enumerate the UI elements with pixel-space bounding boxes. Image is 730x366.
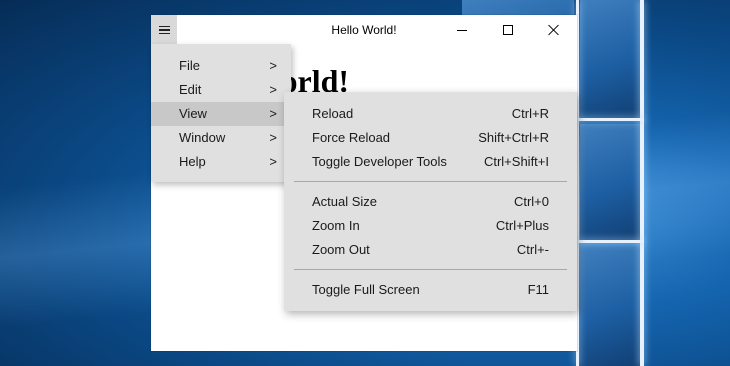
- menu-item-label: Toggle Developer Tools: [312, 154, 447, 169]
- menu-item-label: Zoom In: [312, 218, 360, 233]
- menu-item-label: Zoom Out: [312, 242, 370, 257]
- menu-item-label: File: [179, 58, 200, 73]
- menu-separator: [294, 269, 567, 270]
- chevron-right-icon: >: [269, 82, 277, 97]
- menu-separator: [294, 181, 567, 182]
- window-pane: [580, 246, 640, 366]
- menu-accelerator: Ctrl+Shift+I: [483, 154, 549, 169]
- menu-item-edit[interactable]: Edit >: [151, 78, 291, 102]
- window-frame: [640, 0, 644, 366]
- menu-item-actual-size[interactable]: Actual Size Ctrl+0: [284, 190, 577, 214]
- chevron-right-icon: >: [269, 106, 277, 121]
- minimize-button[interactable]: [439, 15, 485, 45]
- menu-item-label: Help: [179, 154, 206, 169]
- menu-item-label: View: [179, 106, 207, 121]
- menu-item-help[interactable]: Help >: [151, 150, 291, 174]
- menu-accelerator: Ctrl+R: [511, 106, 549, 121]
- close-button[interactable]: [531, 15, 577, 45]
- title-bar: Hello World!: [151, 15, 577, 45]
- chevron-right-icon: >: [269, 58, 277, 73]
- hamburger-icon[interactable]: [151, 15, 177, 45]
- menu-accelerator: Ctrl+Plus: [495, 218, 549, 233]
- menu-accelerator: Ctrl+0: [513, 194, 549, 209]
- window-pane: [580, 0, 640, 118]
- menu-item-label: Actual Size: [312, 194, 378, 209]
- menu-item-label: Force Reload: [312, 130, 391, 145]
- menu-item-zoom-in[interactable]: Zoom In Ctrl+Plus: [284, 214, 577, 238]
- menu-item-force-reload[interactable]: Force Reload Shift+Ctrl+R: [284, 126, 577, 150]
- menu-item-toggle-devtools[interactable]: Toggle Developer Tools Ctrl+Shift+I: [284, 150, 577, 174]
- menu-item-label: Window: [179, 130, 226, 145]
- menu-item-view[interactable]: View >: [151, 102, 291, 126]
- menu-accelerator: Ctrl+-: [516, 242, 549, 257]
- menu-item-label: Reload: [312, 106, 354, 121]
- menu-accelerator: F11: [527, 282, 549, 297]
- maximize-icon: [503, 25, 513, 35]
- menu-item-file[interactable]: File >: [151, 54, 291, 78]
- window-pane: [580, 124, 640, 240]
- menu-item-label: Toggle Full Screen: [312, 282, 420, 297]
- menu-item-toggle-full-screen[interactable]: Toggle Full Screen F11: [284, 278, 577, 302]
- menu-item-reload[interactable]: Reload Ctrl+R: [284, 102, 577, 126]
- menu-item-window[interactable]: Window >: [151, 126, 291, 150]
- window-frame: [576, 240, 644, 243]
- main-menu: File > Edit > View > Window > Help >: [151, 44, 291, 182]
- chevron-right-icon: >: [269, 154, 277, 169]
- minimize-icon: [457, 29, 467, 31]
- maximize-button[interactable]: [485, 15, 531, 45]
- view-submenu: Reload Ctrl+R Force Reload Shift+Ctrl+R …: [284, 92, 577, 311]
- menu-accelerator: Shift+Ctrl+R: [478, 130, 549, 145]
- close-icon: [548, 24, 560, 36]
- menu-item-label: Edit: [179, 82, 202, 97]
- menu-item-zoom-out[interactable]: Zoom Out Ctrl+-: [284, 238, 577, 262]
- chevron-right-icon: >: [269, 130, 277, 145]
